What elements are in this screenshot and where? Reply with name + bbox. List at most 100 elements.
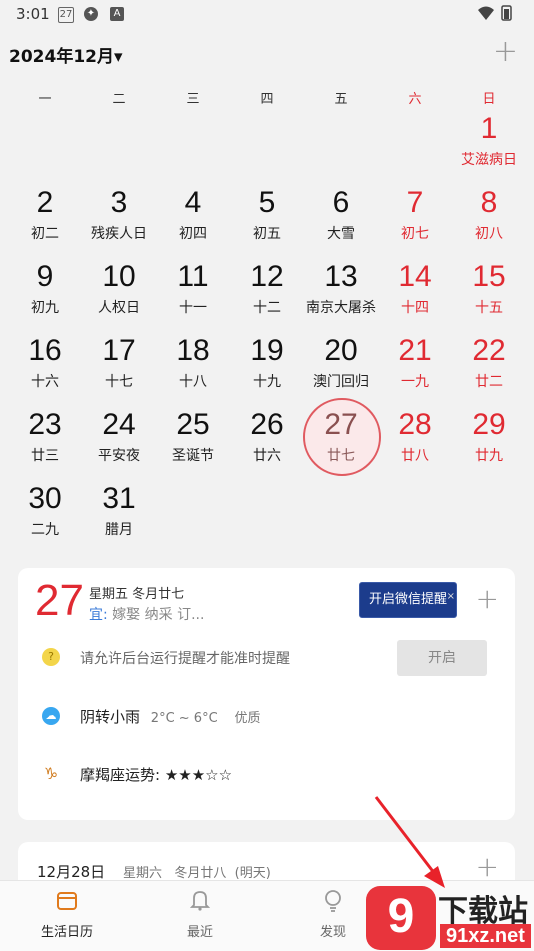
calendar-icon — [17, 889, 117, 919]
day-number: 15 — [472, 260, 506, 293]
calendar-day-cell[interactable]: 12 十二 — [230, 258, 304, 332]
calendar-day-cell[interactable]: 6 大雪 — [304, 184, 378, 258]
tab-life-calendar[interactable]: 生活日历 — [17, 889, 117, 940]
calendar-day-cell[interactable]: 31 腊月 — [82, 480, 156, 554]
day-number: 31 — [102, 482, 136, 515]
day-number: 19 — [250, 334, 284, 367]
lunar-label: 十一 — [179, 300, 207, 316]
calendar-day-cell[interactable]: 2 初二 — [8, 184, 82, 258]
calendar-day-cell[interactable]: 17 十七 — [82, 332, 156, 406]
lunar-label: 十四 — [401, 300, 429, 316]
calendar-day-cell[interactable]: 5 初五 — [230, 184, 304, 258]
lunar-label: 初七 — [401, 226, 429, 242]
calendar-day-cell[interactable]: 14 十四 — [378, 258, 452, 332]
calendar-day-cell[interactable]: 8 初八 — [452, 184, 526, 258]
watermark-text-bottom: 91xz.net — [440, 924, 531, 948]
calendar-day-cell[interactable]: 18 十八 — [156, 332, 230, 406]
day-number: 3 — [110, 186, 128, 219]
day-number: 8 — [480, 186, 498, 219]
month-selector[interactable]: 2024年12月▾ — [9, 42, 123, 67]
question-icon: ? — [42, 648, 60, 666]
calendar-day-cell[interactable]: 19 十九 — [230, 332, 304, 406]
weekday-sat: 六 — [408, 92, 422, 107]
today-card: 27 星期五 冬月廿七 宜: 嫁娶 纳采 订... 开启微信提醒 × + ? 请… — [18, 568, 515, 820]
horoscope-row[interactable]: ♑ 摩羯座运势: ★★★☆☆ — [42, 759, 502, 789]
weekday-mon: 一 — [38, 92, 52, 107]
calendar-day-cell[interactable]: 16 十六 — [8, 332, 82, 406]
calendar-day-cell[interactable]: 26 廿六 — [230, 406, 304, 480]
calendar-day-cell[interactable]: 29 廿九 — [452, 406, 526, 480]
today-big-day: 27 — [35, 576, 84, 625]
chevron-down-icon: ▾ — [113, 47, 123, 67]
lunar-label: 平安夜 — [98, 448, 140, 464]
calendar-day-cell[interactable]: 21 一九 — [378, 332, 452, 406]
day-number: 2 — [36, 186, 54, 219]
calendar-day-cell[interactable]: 7 初七 — [378, 184, 452, 258]
calendar-day-cell[interactable]: 3 残疾人日 — [82, 184, 156, 258]
lunar-label: 十八 — [179, 374, 207, 390]
wifi-icon — [478, 5, 512, 21]
month-title: 2024年12月 — [9, 47, 114, 67]
calendar-day-cell[interactable]: 24 平安夜 — [82, 406, 156, 480]
day-number: 29 — [472, 408, 506, 441]
calendar-day-cell[interactable]: 25 圣诞节 — [156, 406, 230, 480]
day-number: 21 — [398, 334, 432, 367]
day-number: 9 — [36, 260, 54, 293]
calendar-day-cell[interactable]: 23 廿三 — [8, 406, 82, 480]
calendar-day-cell[interactable]: 15 十五 — [452, 258, 526, 332]
weekday-fri: 五 — [334, 92, 348, 107]
lunar-label: 廿七 — [327, 448, 355, 464]
day-number: 27 — [324, 408, 358, 441]
calendar-day-cell[interactable]: 10 人权日 — [82, 258, 156, 332]
calendar-day-cell[interactable]: 9 初九 — [8, 258, 82, 332]
day-number: 18 — [176, 334, 210, 367]
day-number: 6 — [332, 186, 350, 219]
calendar-day-cell[interactable]: 11 十一 — [156, 258, 230, 332]
day-number: 30 — [28, 482, 62, 515]
weekday-sun: 日 — [482, 92, 496, 107]
calendar-day-cell[interactable]: 20 澳门回归 — [304, 332, 378, 406]
yi-text: 嫁娶 纳采 订... — [107, 607, 205, 623]
calendar-day-cell[interactable]: 27 廿七 — [303, 398, 381, 480]
close-icon[interactable]: × — [447, 580, 455, 614]
enable-button[interactable]: 开启 — [397, 640, 487, 676]
wechat-reminder-label: 开启微信提醒 — [368, 592, 447, 607]
add-event-button[interactable]: + — [493, 34, 518, 69]
calendar-day-cell[interactable]: 30 二九 — [8, 480, 82, 554]
lunar-label: 廿二 — [475, 374, 503, 390]
capricorn-icon: ♑ — [43, 764, 59, 783]
lunar-label: 十九 — [253, 374, 281, 390]
wifi-battery-icons — [476, 5, 518, 25]
calendar-day-cell[interactable]: 1 艾滋病日 — [452, 110, 526, 184]
lunar-label: 艾滋病日 — [461, 152, 517, 168]
tab-recent[interactable]: 最近 — [150, 889, 250, 940]
lunar-label: 初四 — [179, 226, 207, 242]
app-icon: A — [110, 7, 124, 21]
cloud-icon: ☁ — [42, 707, 60, 725]
yi-label: 宜: — [89, 607, 108, 623]
day-number: 12 — [250, 260, 284, 293]
calendar-day-cell[interactable]: 22 廿二 — [452, 332, 526, 406]
calendar-day-cell[interactable]: 28 廿八 — [378, 406, 452, 480]
add-today-event-button[interactable]: + — [476, 582, 499, 615]
calendar-icon: 27 — [58, 7, 74, 23]
horoscope-text: 摩羯座运势: ★★★☆☆ — [80, 766, 233, 784]
lunar-label: 初八 — [475, 226, 503, 242]
day-number: 24 — [102, 408, 136, 441]
day-number: 4 — [184, 186, 202, 219]
calendar-day-cell[interactable]: 4 初四 — [156, 184, 230, 258]
day-number: 20 — [324, 334, 358, 367]
weekday-tue: 二 — [112, 92, 126, 107]
add-next-event-button[interactable]: + — [476, 850, 499, 883]
next-day-sub: 星期六 冬月廿八 (明天) — [123, 866, 271, 881]
lunar-label: 十六 — [31, 374, 59, 390]
tab-label: 生活日历 — [40, 925, 93, 940]
lunar-label: 腊月 — [105, 522, 133, 538]
weather-row[interactable]: ☁ 阴转小雨 2°C ~ 6°C 优质 — [42, 701, 502, 731]
day-number: 17 — [102, 334, 136, 367]
wechat-reminder-button[interactable]: 开启微信提醒 × — [359, 582, 457, 618]
calendar-day-cell[interactable]: 13 南京大屠杀 — [304, 258, 378, 332]
lunar-label: 十七 — [105, 374, 133, 390]
lunar-label: 十二 — [253, 300, 281, 316]
lunar-label: 残疾人日 — [91, 226, 147, 242]
